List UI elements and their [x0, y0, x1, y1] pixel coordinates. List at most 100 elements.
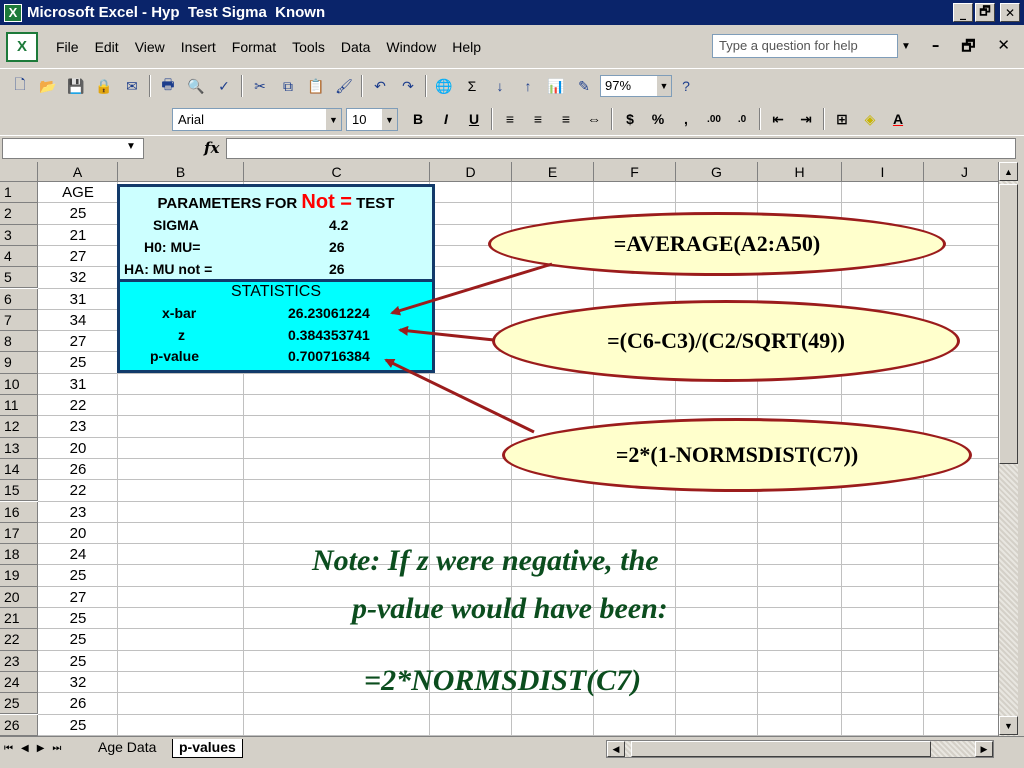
next-sheet-icon[interactable]: ▶ — [37, 743, 45, 754]
cell-a[interactable]: 25 — [38, 565, 118, 586]
open-icon[interactable]: 📂 — [36, 75, 60, 97]
cell-a[interactable]: 23 — [38, 502, 118, 523]
menu-window[interactable]: Window — [378, 39, 444, 55]
row-header[interactable]: 13 — [0, 437, 38, 459]
increase-decimal-icon[interactable]: .00 — [702, 108, 726, 130]
row-header[interactable]: 10 — [0, 373, 38, 395]
tab-p-values[interactable]: p-values — [172, 739, 243, 758]
row-header[interactable]: 6 — [0, 288, 38, 310]
column-header-i[interactable]: I — [842, 162, 924, 182]
column-header-e[interactable]: E — [512, 162, 594, 182]
cell-a[interactable]: 24 — [38, 544, 118, 565]
menu-format[interactable]: Format — [224, 39, 284, 55]
percent-icon[interactable]: % — [646, 108, 670, 130]
select-all-corner[interactable] — [0, 162, 38, 182]
cell-a[interactable]: 20 — [38, 438, 118, 459]
cell-a[interactable]: 25 — [38, 352, 118, 373]
doc-close-button[interactable]: ✕ — [997, 36, 1010, 61]
name-box[interactable] — [2, 138, 144, 159]
excel-app-icon[interactable]: X — [4, 3, 22, 22]
first-sheet-icon[interactable]: ⏮ — [4, 743, 13, 754]
cell-a[interactable]: 20 — [38, 523, 118, 544]
underline-icon[interactable]: U — [462, 108, 486, 130]
scroll-down-icon[interactable]: ▼ — [999, 716, 1018, 735]
menu-view[interactable]: View — [127, 39, 173, 55]
column-header-j[interactable]: J — [924, 162, 998, 182]
size-dropdown-icon[interactable]: ▼ — [382, 109, 397, 130]
row-header[interactable]: 19 — [0, 565, 38, 587]
doc-restore-button[interactable]: 🗗 — [961, 36, 975, 61]
currency-icon[interactable]: $ — [618, 108, 642, 130]
new-icon[interactable]: 🗋 — [8, 75, 32, 97]
cell-a[interactable]: 27 — [38, 331, 118, 352]
cell-a[interactable]: 32 — [38, 267, 118, 288]
row-header[interactable]: 20 — [0, 586, 38, 608]
menu-tools[interactable]: Tools — [284, 39, 333, 55]
row-header[interactable]: 16 — [0, 501, 38, 523]
cell-a[interactable]: 21 — [38, 225, 118, 246]
last-sheet-icon[interactable]: ⏭ — [52, 743, 61, 754]
close-button[interactable]: ✕ — [1000, 3, 1020, 22]
cell-a[interactable]: 25 — [38, 651, 118, 672]
horizontal-scroll-thumb[interactable] — [631, 741, 931, 757]
cell-a[interactable]: 32 — [38, 672, 118, 693]
ask-dropdown-icon[interactable]: ▼ — [898, 34, 914, 58]
help-icon[interactable]: ? — [674, 75, 698, 97]
drawing-icon[interactable]: ✎ — [572, 75, 596, 97]
row-header[interactable]: 4 — [0, 245, 38, 268]
align-center-icon[interactable]: ≡ — [526, 108, 550, 130]
row-header[interactable]: 18 — [0, 544, 38, 566]
ask-question-input[interactable]: Type a question for help — [712, 34, 898, 58]
cell-a[interactable]: 25 — [38, 608, 118, 629]
row-header[interactable]: 12 — [0, 416, 38, 438]
cell-a[interactable]: AGE — [38, 182, 118, 203]
save-icon[interactable]: 💾 — [64, 75, 88, 97]
column-header-d[interactable]: D — [430, 162, 512, 182]
row-header[interactable]: 25 — [0, 693, 38, 715]
vertical-scroll-thumb[interactable] — [999, 184, 1018, 464]
merge-center-icon[interactable]: ⇔ — [582, 108, 606, 130]
row-header[interactable]: 11 — [0, 395, 38, 417]
print-preview-icon[interactable]: 🔍 — [184, 75, 208, 97]
menu-insert[interactable]: Insert — [173, 39, 224, 55]
row-header[interactable]: 26 — [0, 714, 38, 736]
row-header[interactable]: 2 — [0, 203, 38, 225]
scroll-right-icon[interactable]: ▶ — [975, 741, 993, 757]
cell-a[interactable]: 27 — [38, 246, 118, 267]
restore-button[interactable]: 🗗 — [975, 3, 995, 22]
fill-color-icon[interactable]: ◈ — [858, 108, 882, 130]
zoom-dropdown-icon[interactable]: ▼ — [657, 76, 671, 96]
doc-minimize-button[interactable]: – — [932, 36, 940, 61]
chart-wizard-icon[interactable]: 📊 — [544, 75, 568, 97]
print-icon[interactable]: 🖶 — [156, 75, 180, 97]
column-header-g[interactable]: G — [676, 162, 758, 182]
scroll-left-icon[interactable]: ◀ — [607, 741, 625, 757]
spelling-icon[interactable]: ✓ — [212, 75, 236, 97]
font-dropdown-icon[interactable]: ▼ — [326, 109, 341, 130]
email-icon[interactable]: ✉ — [120, 75, 144, 97]
name-box-dropdown-icon[interactable]: ▼ — [126, 141, 136, 152]
decrease-indent-icon[interactable]: ⇤ — [766, 108, 790, 130]
row-header[interactable]: 15 — [0, 480, 38, 502]
align-right-icon[interactable]: ≡ — [554, 108, 578, 130]
redo-icon[interactable]: ↷ — [396, 75, 420, 97]
font-name-select[interactable]: Arial ▼ — [172, 108, 342, 131]
row-header[interactable]: 7 — [0, 309, 38, 332]
paste-icon[interactable]: 📋 — [304, 75, 328, 97]
cell-a[interactable]: 34 — [38, 310, 118, 331]
column-header-h[interactable]: H — [758, 162, 842, 182]
comma-icon[interactable]: , — [674, 108, 698, 130]
increase-indent-icon[interactable]: ⇥ — [794, 108, 818, 130]
cell-a[interactable]: 25 — [38, 629, 118, 650]
workbook-icon[interactable]: X — [6, 31, 38, 62]
cell-a[interactable]: 26 — [38, 693, 118, 714]
column-header-a[interactable]: A — [38, 162, 118, 182]
cut-icon[interactable]: ✂ — [248, 75, 272, 97]
cell-a[interactable]: 31 — [38, 289, 118, 310]
menu-file[interactable]: File — [48, 39, 87, 55]
row-header[interactable]: 22 — [0, 629, 38, 651]
font-size-select[interactable]: 10 ▼ — [346, 108, 398, 131]
row-header[interactable]: 14 — [0, 458, 38, 481]
align-left-icon[interactable]: ≡ — [498, 108, 522, 130]
tab-age-data[interactable]: Age Data — [92, 739, 162, 758]
